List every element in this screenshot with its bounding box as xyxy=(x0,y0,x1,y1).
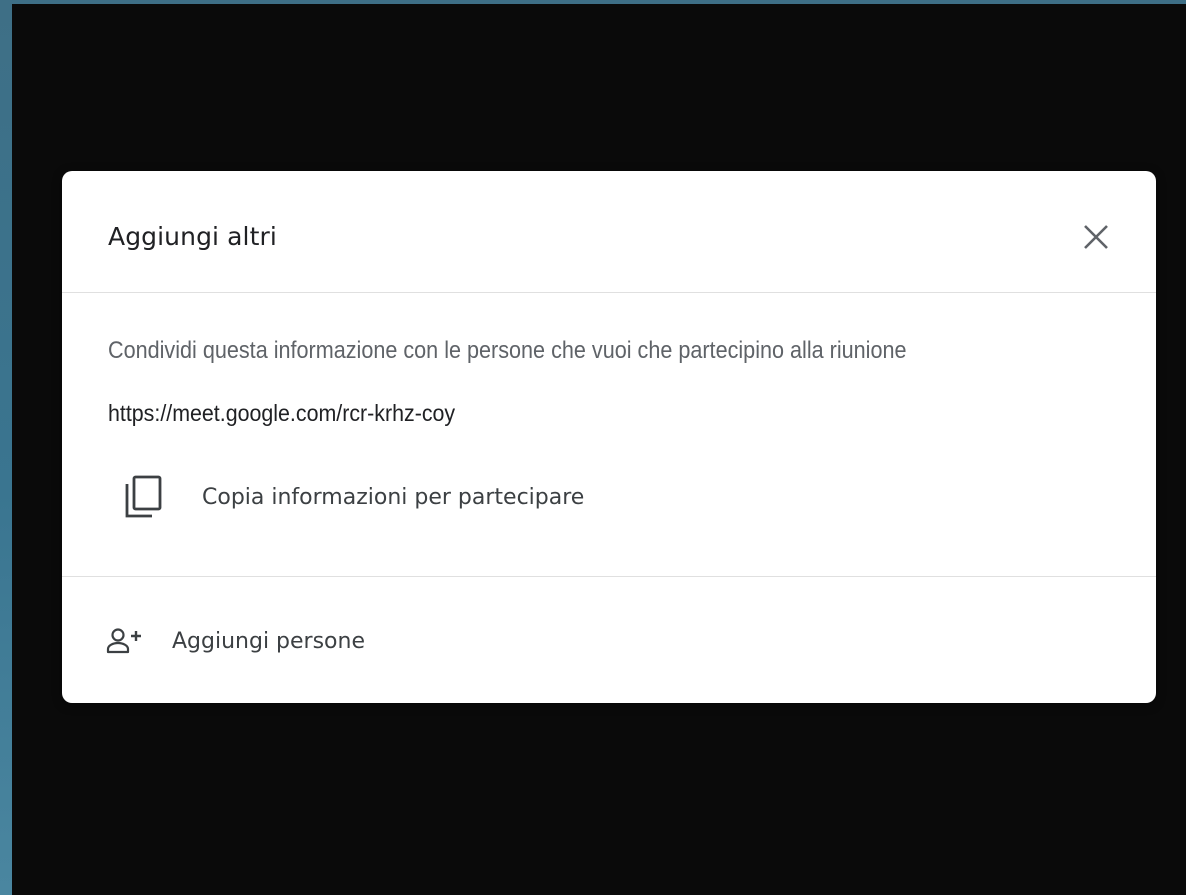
copy-join-info-label: Copia informazioni per partecipare xyxy=(202,484,585,510)
add-person-icon xyxy=(106,626,146,656)
copy-join-info-button[interactable]: Copia informazioni per partecipare xyxy=(122,472,584,522)
close-button[interactable] xyxy=(1076,219,1116,259)
copy-icon xyxy=(122,474,164,520)
add-people-label: Aggiungi persone xyxy=(172,628,365,654)
meeting-link: https://meet.google.com/rcr-krhz-coy xyxy=(108,400,456,426)
dialog-body: Condividi questa informazione con le per… xyxy=(62,293,1156,577)
dialog-header: Aggiungi altri xyxy=(62,171,1156,293)
add-others-dialog: Aggiungi altri Condividi questa informaz… xyxy=(62,171,1156,703)
dialog-footer: Aggiungi persone xyxy=(62,577,1156,704)
close-icon xyxy=(1083,224,1109,255)
share-info-text: Condividi questa informazione con le per… xyxy=(108,337,907,364)
add-people-button[interactable]: Aggiungi persone xyxy=(106,621,365,661)
dialog-title: Aggiungi altri xyxy=(108,222,277,251)
